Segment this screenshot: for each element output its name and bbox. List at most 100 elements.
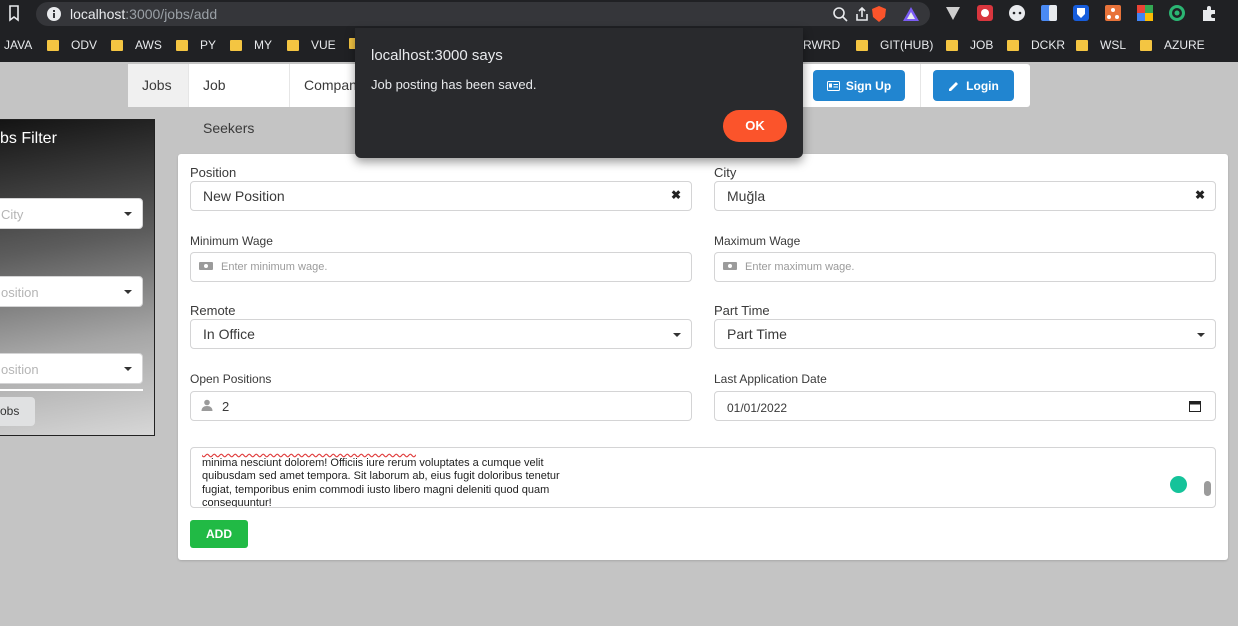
- last-date-label: Last Application Date: [714, 372, 827, 386]
- grammarly-icon[interactable]: [1170, 476, 1187, 493]
- bookmark-github[interactable]: GIT(HUB): [856, 38, 933, 52]
- last-date-input[interactable]: 01/01/2022: [714, 391, 1216, 421]
- address-bar[interactable]: localhost:3000/jobs/add: [36, 2, 930, 26]
- dialog-message: Job posting has been saved.: [371, 77, 537, 92]
- extension-red-icon[interactable]: [976, 4, 996, 24]
- add-button[interactable]: ADD: [190, 520, 248, 548]
- zoom-icon[interactable]: [832, 6, 848, 22]
- description-line: minima nesciunt dolorem! Officiis iure r…: [202, 456, 544, 469]
- brave-shield-icon[interactable]: [870, 5, 888, 23]
- clear-icon[interactable]: ✖: [671, 188, 681, 202]
- bookmark-label: AZURE: [1164, 38, 1205, 52]
- folder-icon: [176, 39, 188, 51]
- bookmark-odv[interactable]: ODV: [47, 38, 97, 52]
- filter-jobs-button[interactable]: obs: [0, 397, 35, 426]
- remote-select[interactable]: In Office: [190, 319, 692, 349]
- extension-colors-icon[interactable]: [1136, 4, 1156, 24]
- calendar-icon[interactable]: [1189, 400, 1201, 412]
- pencil-icon: [949, 81, 959, 91]
- bookmark-label: PY: [200, 38, 217, 52]
- bookmark-azure[interactable]: AZURE: [1140, 38, 1205, 52]
- brave-rewards-icon[interactable]: [902, 5, 920, 23]
- part-time-value: Part Time: [727, 326, 787, 342]
- alert-dialog: localhost:3000 says Job posting has been…: [355, 28, 803, 158]
- position-value: New Position: [203, 188, 285, 204]
- money-icon: [199, 262, 213, 270]
- share-icon[interactable]: [854, 6, 870, 22]
- remote-label: Remote: [190, 303, 236, 318]
- add-job-form: Position New Position ✖ City Muğla ✖ Min…: [178, 154, 1228, 560]
- min-wage-input[interactable]: Enter minimum wage.: [190, 252, 692, 282]
- clear-icon[interactable]: ✖: [1195, 188, 1205, 202]
- nav-job-seekers[interactable]: Job Seekers: [189, 64, 290, 136]
- bookmark-label: ODV: [71, 38, 98, 52]
- money-icon: [723, 262, 737, 270]
- info-icon[interactable]: [46, 6, 62, 22]
- signup-label: Sign Up: [845, 78, 892, 93]
- nav-label: Job Seekers: [203, 77, 255, 136]
- position-filter-placeholder: osition: [1, 285, 39, 300]
- max-wage-label: Maximum Wage: [714, 234, 801, 248]
- folder-icon: [111, 39, 123, 51]
- position-filter-placeholder: osition: [1, 362, 39, 377]
- chevron-down-icon: [124, 212, 132, 216]
- login-label: Login: [966, 78, 999, 93]
- vpn-extension-icon[interactable]: [944, 4, 964, 24]
- part-time-select[interactable]: Part Time: [714, 319, 1216, 349]
- bookmark-label: MY: [254, 38, 272, 52]
- nav-jobs[interactable]: Jobs: [128, 64, 189, 107]
- min-wage-placeholder: Enter minimum wage.: [221, 261, 328, 273]
- bookmark-dckr[interactable]: DCKR: [1007, 38, 1065, 52]
- open-positions-input[interactable]: 2: [190, 391, 692, 421]
- filter-title: bs Filter: [0, 130, 57, 147]
- position-input[interactable]: New Position ✖: [190, 181, 692, 211]
- bookmark-aws[interactable]: AWS: [111, 38, 162, 52]
- bookmark-java[interactable]: JAVA: [4, 38, 32, 52]
- bookmark-py[interactable]: PY: [176, 38, 216, 52]
- bookmark-my[interactable]: MY: [230, 38, 272, 52]
- extensions-puzzle-icon[interactable]: [1200, 4, 1220, 24]
- bookmark-rwrd[interactable]: RWRD: [803, 38, 840, 52]
- ok-button[interactable]: OK: [723, 110, 787, 142]
- url-text: localhost:3000/jobs/add: [70, 6, 217, 22]
- open-positions-value: 2: [222, 399, 230, 414]
- bookmark-vue[interactable]: VUE: [287, 38, 336, 52]
- position-filter-select-2[interactable]: osition: [0, 353, 143, 384]
- city-label: City: [714, 165, 737, 180]
- login-button[interactable]: Login: [933, 70, 1014, 101]
- bookmark-label: DCKR: [1031, 38, 1066, 52]
- bookmark-wsl[interactable]: WSL: [1076, 38, 1126, 52]
- folder-icon: [946, 39, 958, 51]
- bookmark-job[interactable]: JOB: [946, 38, 993, 52]
- textarea-scrollbar[interactable]: [1204, 481, 1211, 496]
- bitwarden-icon[interactable]: [1072, 4, 1092, 24]
- city-select[interactable]: Muğla ✖: [714, 181, 1216, 211]
- position-filter-select[interactable]: osition: [0, 276, 143, 307]
- description-textarea[interactable]: minima nesciunt dolorem! Officiis iure r…: [190, 447, 1216, 508]
- bookmark-label: JOB: [970, 38, 994, 52]
- bookmark-icon[interactable]: [6, 4, 26, 24]
- max-wage-input[interactable]: Enter maximum wage.: [714, 252, 1216, 282]
- bookmark-label: VUE: [311, 38, 336, 52]
- extension-target-icon[interactable]: [1168, 4, 1188, 24]
- description-line: quibusdam sed amet tempora. Sit laborum …: [202, 470, 560, 482]
- chevron-down-icon: [124, 367, 132, 371]
- signup-button[interactable]: Sign Up: [813, 70, 905, 101]
- nav-label: Compan: [304, 77, 357, 93]
- last-date-value: 01/01/2022: [727, 401, 788, 415]
- extension-network-icon[interactable]: [1104, 4, 1124, 24]
- city-filter-select[interactable]: City: [0, 198, 143, 229]
- description-text: minima nesciunt dolorem! Officiis iure r…: [202, 448, 582, 508]
- dialog-title: localhost:3000 says: [371, 47, 503, 64]
- bookmark-label: GIT(HUB): [880, 38, 934, 52]
- translate-icon[interactable]: [1040, 4, 1060, 24]
- max-wage-placeholder: Enter maximum wage.: [745, 261, 855, 273]
- url-host: localhost: [70, 6, 126, 22]
- id-card-icon: [826, 80, 840, 91]
- folder-icon: [1076, 39, 1088, 51]
- min-wage-label: Minimum Wage: [190, 234, 273, 248]
- description-line: consequuntur!: [202, 497, 272, 508]
- city-filter-placeholder: City: [1, 207, 24, 222]
- extension-dots-icon[interactable]: [1008, 4, 1028, 24]
- position-label: Position: [190, 165, 237, 180]
